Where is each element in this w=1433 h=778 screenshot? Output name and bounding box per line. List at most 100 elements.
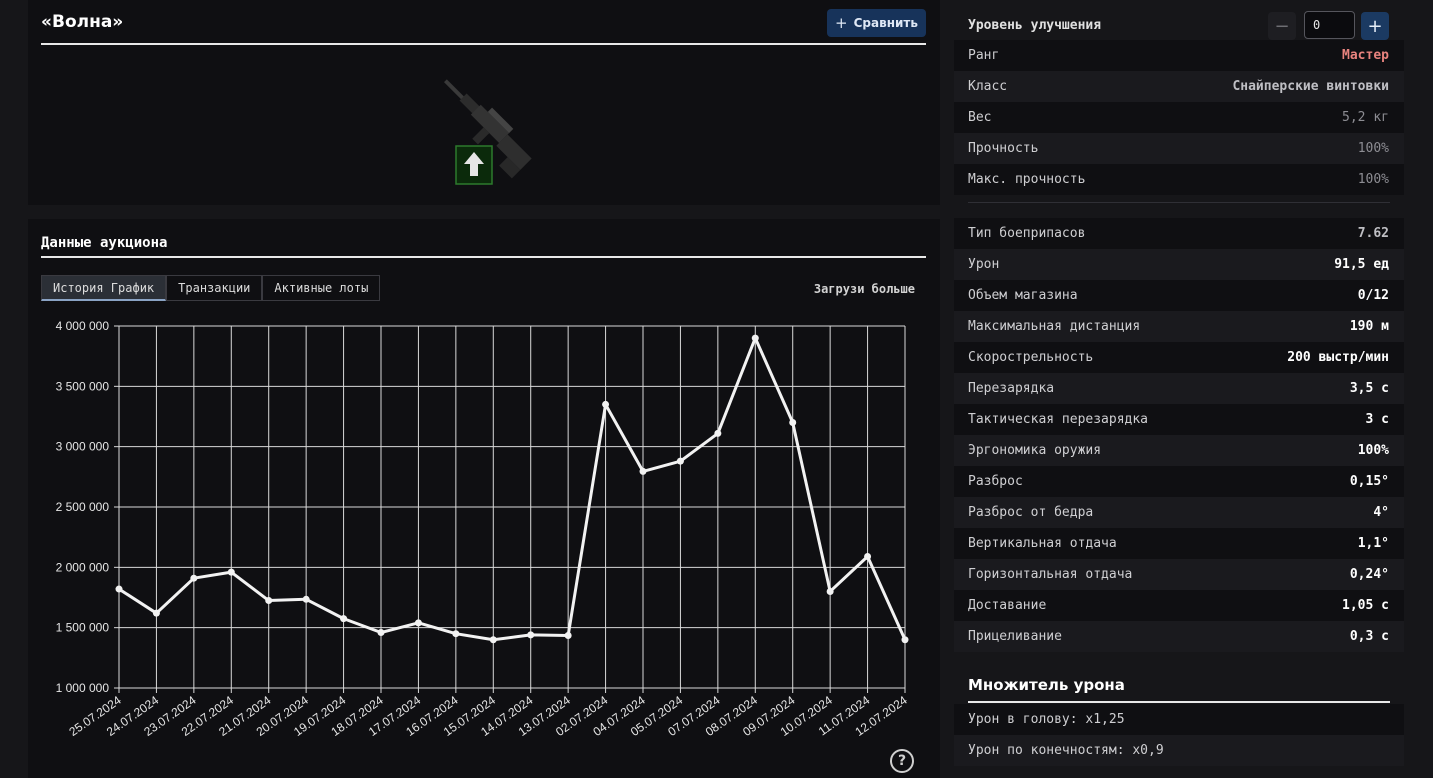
data-point [302,595,310,603]
stats-panel: Уровень улучшения − + Ранг Мастер Класс Сна… [954,0,1404,778]
data-point [190,574,198,582]
stat-value: 1,05 с [1342,598,1389,613]
data-point [901,636,909,644]
stat-value: 100% [1357,141,1389,156]
stat-row: Урон 91,5 ед [954,249,1404,280]
stat-row: Вес 5,2 кг [954,102,1404,133]
stat-row: Макс. прочность 100% [954,164,1404,195]
y-tick-label: 2 500 000 [56,500,110,514]
stat-label: Скорострельность [968,350,1094,365]
data-point [452,630,460,638]
help-icon[interactable]: ? [890,749,914,773]
upgrade-increment-button[interactable]: + [1361,12,1389,40]
data-point [676,457,684,465]
title-divider [41,43,926,45]
plus-icon: + [835,14,848,32]
y-tick-label: 3 500 000 [56,379,110,393]
auction-panel: Данные аукциона История График Транзакци… [28,219,940,778]
minus-icon: − [1274,15,1290,37]
stat-label: Доставание [968,598,1047,613]
stat-row: Тип боеприпасов 7.62 [954,218,1404,249]
stat-row: Объем магазина 0/12 [954,280,1404,311]
stat-value: 0/12 [1357,288,1389,303]
data-point [564,632,572,640]
stat-row: Класс Снайперские винтовки [954,71,1404,102]
stat-row: Вертикальная отдача 1,1° [954,528,1404,559]
data-point [227,568,235,576]
upgrade-level-label: Уровень улучшения [968,18,1102,33]
stat-row: Разброс от бедра 4° [954,497,1404,528]
data-point [826,587,834,595]
stat-row: Тактическая перезарядка 3 с [954,404,1404,435]
upgrade-level-input[interactable] [1304,11,1355,39]
y-tick-label: 1 000 000 [56,681,110,695]
y-tick-label: 2 000 000 [56,560,110,574]
stat-row: Скорострельность 200 выстр/мин [954,342,1404,373]
data-point [527,631,535,639]
data-point [489,636,497,644]
item-title: «Волна» [41,12,124,32]
data-point [377,628,385,636]
stat-value: 7.62 [1357,226,1389,241]
stat-row: Доставание 1,05 с [954,590,1404,621]
data-point [714,429,722,437]
stat-label: Вес [968,110,992,125]
stat-value: 200 выстр/мин [1287,350,1389,365]
upgrade-decrement-button[interactable]: − [1268,12,1296,40]
stat-value: 0,3 с [1349,629,1389,644]
stats-divider [968,202,1390,203]
stat-value: 91,5 ед [1334,257,1389,272]
stat-label: Макс. прочность [968,172,1086,187]
stat-label: Объем магазина [968,288,1078,303]
price-series-line [118,336,907,642]
stat-label: Разброс [968,474,1023,489]
tab-active-lots[interactable]: Активные лоты [262,275,381,301]
damage-multiplier-row: Урон в голову: x1,25 [954,704,1404,735]
stat-value: 5,2 кг [1342,110,1389,125]
auction-tabs: История График Транзакции Активные лоты [41,275,381,301]
auction-title: Данные аукциона [41,235,168,251]
stat-label: Тип боеприпасов [968,226,1086,241]
stat-label: Разброс от бедра [968,505,1094,520]
item-panel: «Волна» + Сравнить [28,0,940,205]
data-point [864,552,872,560]
data-point [414,619,422,627]
stat-label: Класс [968,79,1008,94]
tab-history-chart[interactable]: История График [41,275,167,301]
stat-label: Максимальная дистанция [968,319,1141,334]
damage-multiplier-divider [968,701,1390,703]
tab-transactions[interactable]: Транзакции [166,275,263,301]
data-point [340,615,348,623]
upgrade-level-row: Уровень улучшения − + [954,8,1404,44]
stat-row: Разброс 0,15° [954,466,1404,497]
auction-title-divider [41,256,926,258]
stat-row: Перезарядка 3,5 с [954,373,1404,404]
stat-value: Мастер [1342,48,1389,63]
plus-icon: + [1367,15,1383,37]
stat-row: Прицеливание 0,3 с [954,621,1404,652]
stat-value: 3,5 с [1349,381,1389,396]
data-point [789,419,797,427]
y-tick-label: 1 500 000 [56,621,110,635]
stat-value: 1,1° [1357,536,1389,551]
stat-row: Горизонтальная отдача 0,24° [954,559,1404,590]
stat-row: Максимальная дистанция 190 м [954,311,1404,342]
data-point [115,585,123,593]
data-point [751,334,759,342]
stat-label: Перезарядка [968,381,1055,396]
stat-label: Прицеливание [968,629,1062,644]
stat-label: Прочность [968,141,1039,156]
stat-row: Эргономика оружия 100% [954,435,1404,466]
compare-button[interactable]: + Сравнить [827,9,926,37]
stat-label: Эргономика оружия [968,443,1102,458]
stat-row: Ранг Мастер [954,40,1404,71]
stat-label: Тактическая перезарядка [968,412,1149,427]
stat-value: Снайперские винтовки [1232,79,1389,94]
data-point [639,467,647,475]
y-tick-label: 3 000 000 [56,440,110,454]
stat-value: 190 м [1349,319,1389,334]
stat-value: 3 с [1365,412,1389,427]
data-point [265,597,273,605]
stat-label: Вертикальная отдача [968,536,1117,551]
load-more-button[interactable]: Загрузи больше [814,282,915,296]
